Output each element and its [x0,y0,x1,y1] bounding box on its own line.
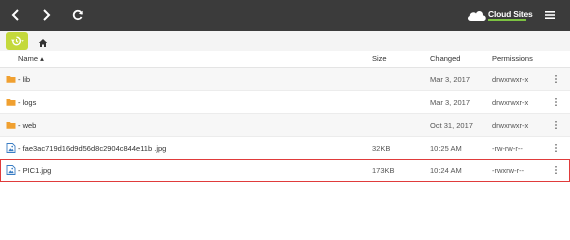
main-menu-button[interactable] [543,8,557,22]
home-icon [38,39,48,47]
file-changed: Mar 3, 2017 [430,75,471,84]
file-name: - fae3ac719d16d9d56d8c2904c844e11b .jpg [18,144,167,153]
table-row[interactable]: - logs Mar 3, 2017 drwxrwxr-x [0,91,570,114]
history-icon [11,36,24,46]
forward-button[interactable] [35,4,57,26]
file-permissions: drwxrwxr-x [492,75,529,84]
more-options-icon[interactable] [552,97,560,107]
table-row[interactable]: - lib Mar 3, 2017 drwxrwxr-x [0,68,570,91]
folder-icon [6,99,16,106]
table-row[interactable]: - fae3ac719d16d9d56d8c2904c844e11b .jpg … [0,137,570,160]
file-changed: 10:25 AM [430,144,462,153]
back-button[interactable] [5,4,27,26]
image-file-icon [6,165,16,175]
folder-icon [6,122,16,129]
chevron-right-icon [43,9,51,21]
column-header-size[interactable]: Size [372,54,387,63]
refresh-button[interactable] [67,4,89,26]
logo-accent-bar [488,19,526,21]
cloud-sites-logo: Cloud Sites [466,6,533,26]
file-name: - logs [18,98,37,107]
image-file-icon [6,143,16,153]
file-permissions: drwxrwxr-x [492,121,529,130]
top-toolbar: Cloud Sites [0,0,570,31]
more-options-icon[interactable] [552,74,560,84]
breadcrumb [0,31,570,52]
file-permissions: -rwxrw-r-- [492,166,525,175]
column-header-permissions[interactable]: Permissions [492,54,533,63]
file-permissions: drwxrwxr-x [492,98,529,107]
file-table-header: Name ▴ Size Changed Permissions [0,51,570,68]
file-permissions: -rw-rw-r-- [492,144,523,153]
file-size: 173KB [372,166,395,175]
folder-icon [6,76,16,83]
file-name: - web [18,121,37,130]
file-changed: Oct 31, 2017 [430,121,473,130]
file-name: - PIC1.jpg [18,166,52,175]
more-options-icon[interactable] [552,120,560,130]
file-size: 32KB [372,144,391,153]
logo-text: Cloud Sites [488,9,533,19]
table-row-selected[interactable]: - PIC1.jpg 173KB 10:24 AM -rwxrw-r-- [0,159,570,182]
file-changed: 10:24 AM [430,166,462,175]
history-dropdown-button[interactable] [6,32,28,50]
cloud-logo-icon [467,11,486,21]
more-options-icon[interactable] [552,165,560,175]
table-row[interactable]: - web Oct 31, 2017 drwxrwxr-x [0,114,570,137]
refresh-icon [72,9,83,21]
hamburger-menu-icon [545,11,555,19]
home-breadcrumb[interactable] [38,35,48,47]
file-name: - lib [18,75,31,84]
column-header-name[interactable]: Name ▴ [18,54,44,63]
column-header-changed[interactable]: Changed [430,54,460,63]
more-options-icon[interactable] [552,143,560,153]
chevron-left-icon [11,9,19,21]
file-changed: Mar 3, 2017 [430,98,471,107]
